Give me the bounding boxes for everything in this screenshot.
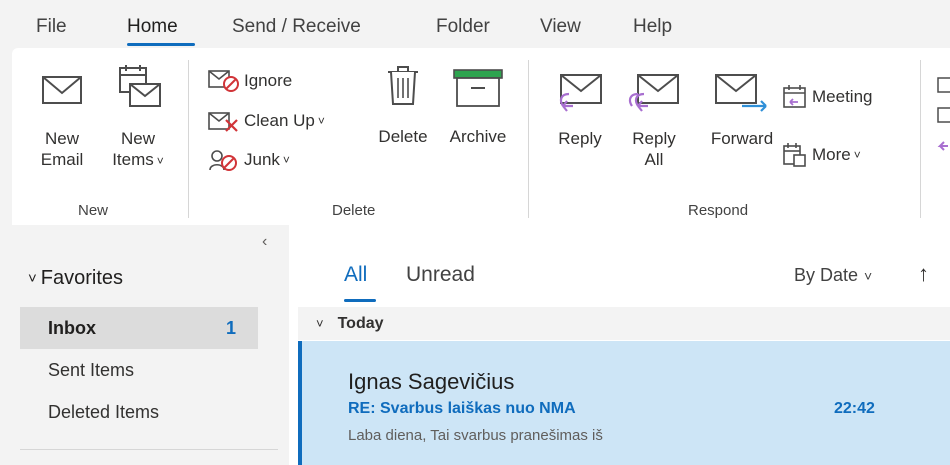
- sort-dropdown[interactable]: By Date ˅: [794, 265, 872, 286]
- reply-all-label-2: All: [644, 150, 664, 169]
- sort-label: By Date: [794, 265, 859, 285]
- reply-icon: [559, 74, 602, 112]
- new-items-button[interactable]: New Items ˅: [104, 64, 172, 172]
- active-tab-indicator: [127, 43, 195, 46]
- pane-resize-handle[interactable]: [289, 225, 298, 465]
- unread-count: 1: [225, 317, 236, 338]
- clean-up-icon: [208, 112, 238, 132]
- more-respond-label: More: [812, 145, 851, 164]
- meeting-icon: [783, 85, 806, 108]
- junk-icon: [209, 150, 237, 171]
- group-separator: [188, 60, 189, 218]
- chevron-down-icon: ˅: [864, 267, 873, 284]
- forward-button[interactable]: Forward: [704, 72, 780, 149]
- delete-label: Delete: [378, 127, 428, 146]
- ignore-button[interactable]: Ignore: [208, 70, 292, 92]
- reply-all-button[interactable]: Reply All: [620, 72, 688, 170]
- collapse-pane-icon[interactable]: ‹: [262, 233, 267, 251]
- filter-tab-all[interactable]: All: [344, 263, 367, 287]
- delete-button[interactable]: Delete: [368, 66, 438, 147]
- ignore-label: Ignore: [244, 71, 293, 90]
- reply-all-icon: [628, 74, 679, 112]
- quick-steps-icon[interactable]: [936, 76, 950, 171]
- group-separator: [528, 60, 529, 218]
- filter-tab-unread[interactable]: Unread: [406, 263, 475, 287]
- favorites-label: Favorites: [40, 267, 124, 289]
- more-respond-button[interactable]: More ˅: [782, 142, 861, 168]
- trash-icon: [388, 66, 418, 105]
- menu-bar: File Home Send / Receive Folder View Hel…: [0, 0, 950, 48]
- chevron-down-icon: ˅: [317, 114, 325, 128]
- clean-up-label: Clean Up: [244, 111, 315, 130]
- favorites-header[interactable]: ˅ Favorites: [28, 267, 123, 290]
- tab-folder[interactable]: Folder: [436, 16, 490, 38]
- folder-pane: ‹ ˅ Favorites Inbox 1 Sent Items Deleted…: [0, 225, 289, 465]
- archive-button[interactable]: Archive: [440, 68, 516, 147]
- group-label-respond: Respond: [688, 202, 749, 219]
- archive-label: Archive: [449, 127, 507, 146]
- ribbon: New Email New Items ˅ New Ignore Clean U…: [12, 48, 950, 225]
- chevron-down-icon: ˅: [853, 148, 861, 162]
- sort-direction-icon[interactable]: ↑: [918, 261, 929, 287]
- message-list: All Unread By Date ˅ ↑ ˅ Today Ignas Sag…: [298, 225, 950, 465]
- message-subject: RE: Svarbus laiškas nuo NMA: [348, 400, 576, 417]
- meeting-label: Meeting: [812, 87, 873, 106]
- tab-file[interactable]: File: [36, 16, 67, 38]
- reply-button[interactable]: Reply: [550, 72, 610, 149]
- junk-button[interactable]: Junk ˅: [208, 148, 290, 172]
- chevron-down-icon: ˅: [282, 153, 290, 167]
- active-filter-indicator: [344, 299, 376, 302]
- chevron-down-icon: ˅: [156, 154, 164, 168]
- folder-label: Deleted Items: [48, 401, 160, 422]
- tab-send-receive[interactable]: Send / Receive: [232, 16, 361, 38]
- folder-divider: [20, 449, 278, 450]
- message-sender: Ignas Sagevičius: [348, 369, 515, 394]
- ignore-icon: [208, 70, 239, 92]
- meeting-button[interactable]: Meeting: [782, 84, 872, 110]
- clean-up-button[interactable]: Clean Up ˅: [208, 110, 325, 132]
- new-email-label-2: Email: [40, 150, 84, 169]
- folder-deleted-items[interactable]: Deleted Items: [20, 391, 258, 433]
- reply-all-label-1: Reply: [632, 129, 676, 148]
- group-header-label: Today: [337, 314, 384, 332]
- junk-label: Junk: [244, 150, 280, 169]
- folder-sent-items[interactable]: Sent Items: [20, 349, 258, 391]
- group-label-delete: Delete: [332, 202, 376, 219]
- group-label-new: New: [78, 202, 109, 219]
- folder-label: Sent Items: [48, 359, 135, 380]
- folder-inbox[interactable]: Inbox 1: [20, 307, 258, 349]
- folder-label: Inbox: [48, 317, 96, 338]
- group-separator: [920, 60, 921, 218]
- more-respond-icon: [783, 143, 806, 167]
- forward-icon: [715, 74, 767, 112]
- reply-label: Reply: [558, 129, 602, 148]
- envelope-icon: [42, 76, 82, 104]
- forward-label: Forward: [710, 129, 774, 148]
- chevron-down-icon: ˅: [316, 316, 324, 331]
- new-email-label-1: New: [44, 129, 79, 148]
- chevron-down-icon: ˅: [28, 270, 37, 287]
- new-email-button[interactable]: New Email: [32, 74, 92, 170]
- archive-icon: [453, 69, 503, 107]
- message-preview: Laba diena, Tai svarbus pranešimas iš: [348, 427, 603, 444]
- message-time: 22:42: [834, 400, 875, 417]
- tab-home[interactable]: Home: [127, 16, 178, 38]
- message-item[interactable]: Ignas Sagevičius RE: Svarbus laiškas nuo…: [298, 341, 950, 465]
- tab-help[interactable]: Help: [633, 16, 672, 38]
- new-items-label-2: Items ˅: [112, 150, 164, 169]
- tab-view[interactable]: View: [540, 16, 581, 38]
- calendar-envelope-icon: [119, 65, 161, 107]
- new-items-label-1: New: [120, 129, 155, 148]
- date-group-header[interactable]: ˅ Today: [298, 307, 950, 340]
